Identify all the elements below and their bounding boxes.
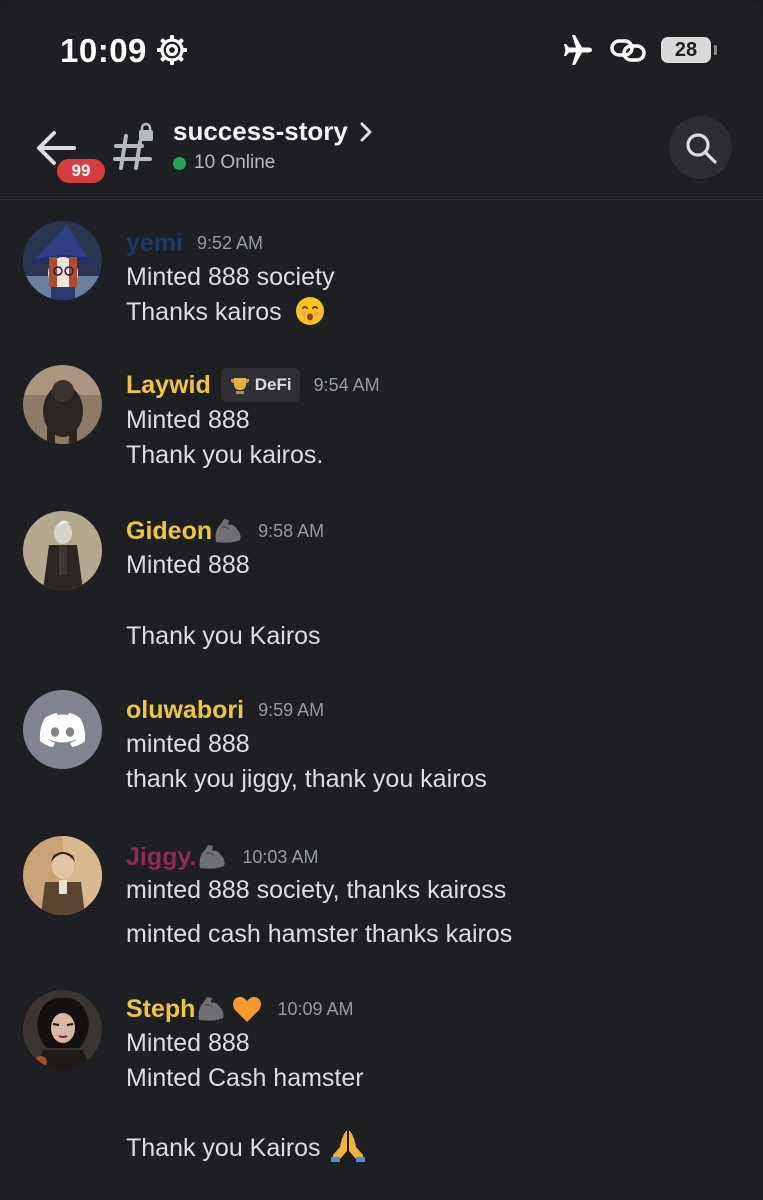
status-time: 10:09 xyxy=(60,32,147,69)
message-item[interactable]: Laywid DeFi 9:54 AM Minted 888 Thank you… xyxy=(0,365,763,485)
message-text: thank you jiggy, thank you kairos xyxy=(126,765,487,793)
app-frame: 10:09 28 99 success-story 10 Online yemi… xyxy=(0,0,763,1200)
username[interactable]: Jiggy. xyxy=(126,843,196,872)
discord-logo-icon xyxy=(39,713,86,747)
timestamp: 10:09 AM xyxy=(277,998,354,1019)
timestamp: 9:59 AM xyxy=(258,699,325,720)
message-text: Minted 888 society xyxy=(126,263,335,291)
message-item[interactable]: Steph 10:09 AM Minted 888 Minted Cash ha… xyxy=(0,990,763,1180)
timestamp: 9:52 AM xyxy=(196,232,264,253)
message-text-line: Thanks kairos xyxy=(126,297,325,327)
timestamp: 10:03 AM xyxy=(242,846,319,867)
search-icon xyxy=(685,132,717,164)
message-header: oluwabori 9:59 AM xyxy=(126,693,324,727)
message-text: Minted 888 xyxy=(126,406,250,434)
mention-count-badge[interactable]: 99 xyxy=(54,156,108,186)
message-item[interactable]: oluwabori 9:59 AM minted 888 thank you j… xyxy=(0,690,763,810)
username[interactable]: yemi xyxy=(126,229,183,258)
channel-name: success-story xyxy=(173,116,348,146)
username[interactable]: Laywid xyxy=(126,371,211,400)
status-icons: 28 xyxy=(561,34,717,66)
message-header: Steph 10:09 AM xyxy=(126,992,354,1026)
role-tag[interactable]: DeFi xyxy=(220,368,300,402)
username[interactable]: Gideon xyxy=(126,517,212,546)
message-header: yemi 9:52 AM xyxy=(126,226,263,260)
chevron-right-icon xyxy=(360,122,372,141)
username[interactable]: oluwabori xyxy=(126,696,244,725)
message-text: minted cash hamster thanks kairos xyxy=(126,920,513,948)
avatar[interactable] xyxy=(23,221,102,300)
avatar[interactable] xyxy=(23,690,102,769)
timestamp: 9:54 AM xyxy=(313,374,380,395)
message-item[interactable]: yemi 9:52 AM Minted 888 society Thanks k… xyxy=(0,221,763,341)
avatar[interactable] xyxy=(23,990,102,1069)
message-header: Laywid DeFi 9:54 AM xyxy=(126,368,380,402)
message-header: Gideon 9:58 AM xyxy=(126,514,324,548)
message-text: Thank you kairos. xyxy=(126,441,324,469)
message-text-line: Thank you Kairos xyxy=(126,1130,366,1163)
timestamp: 9:58 AM xyxy=(258,520,325,541)
username[interactable]: Steph xyxy=(126,995,195,1024)
flexed-biceps-emoji xyxy=(215,519,241,543)
online-dot-icon xyxy=(173,156,186,170)
message-item[interactable]: Gideon 9:58 AM Minted 888 Thank you Kair… xyxy=(0,511,763,661)
battery-cap xyxy=(714,45,717,55)
online-count: 10 Online xyxy=(194,152,276,173)
flexed-biceps-emoji xyxy=(199,845,225,869)
link-icon xyxy=(610,39,646,62)
online-status: 10 Online xyxy=(173,152,275,174)
trophy-icon xyxy=(230,378,249,394)
avatar[interactable] xyxy=(23,365,102,444)
message-text: minted 888 xyxy=(126,730,250,758)
flexed-biceps-emoji xyxy=(199,997,224,1021)
avatar[interactable] xyxy=(23,511,102,590)
channel-title[interactable]: success-story xyxy=(173,116,374,147)
battery-level: 28 xyxy=(674,38,698,61)
status-bar: 10:09 28 xyxy=(0,0,763,100)
folded-hands-emoji xyxy=(330,1130,365,1163)
avatar[interactable] xyxy=(23,836,102,915)
battery-indicator: 28 xyxy=(661,37,717,63)
message-text: Thanks kairos xyxy=(126,298,282,326)
kissing-face-emoji xyxy=(295,297,324,326)
message-text: Thank you Kairos xyxy=(126,622,321,650)
role-tag-label: DeFi xyxy=(254,375,292,394)
locked-channel-hash-icon xyxy=(113,122,153,170)
message-text: Thank you Kairos xyxy=(126,1134,321,1162)
orange-heart-emoji xyxy=(233,996,262,1022)
channel-header: 99 success-story 10 Online xyxy=(0,100,763,200)
message-text: Minted Cash hamster xyxy=(126,1064,364,1092)
airplane-mode-icon xyxy=(564,35,592,65)
settings-gear-icon xyxy=(157,35,187,65)
search-button[interactable] xyxy=(669,116,732,179)
message-text: Minted 888 xyxy=(126,1029,250,1057)
message-item[interactable]: Jiggy. 10:03 AM minted 888 society, than… xyxy=(0,836,763,966)
message-header: Jiggy. 10:03 AM xyxy=(126,840,318,874)
message-text: Minted 888 xyxy=(126,551,250,579)
message-text: minted 888 society, thanks kaiross xyxy=(126,876,507,904)
